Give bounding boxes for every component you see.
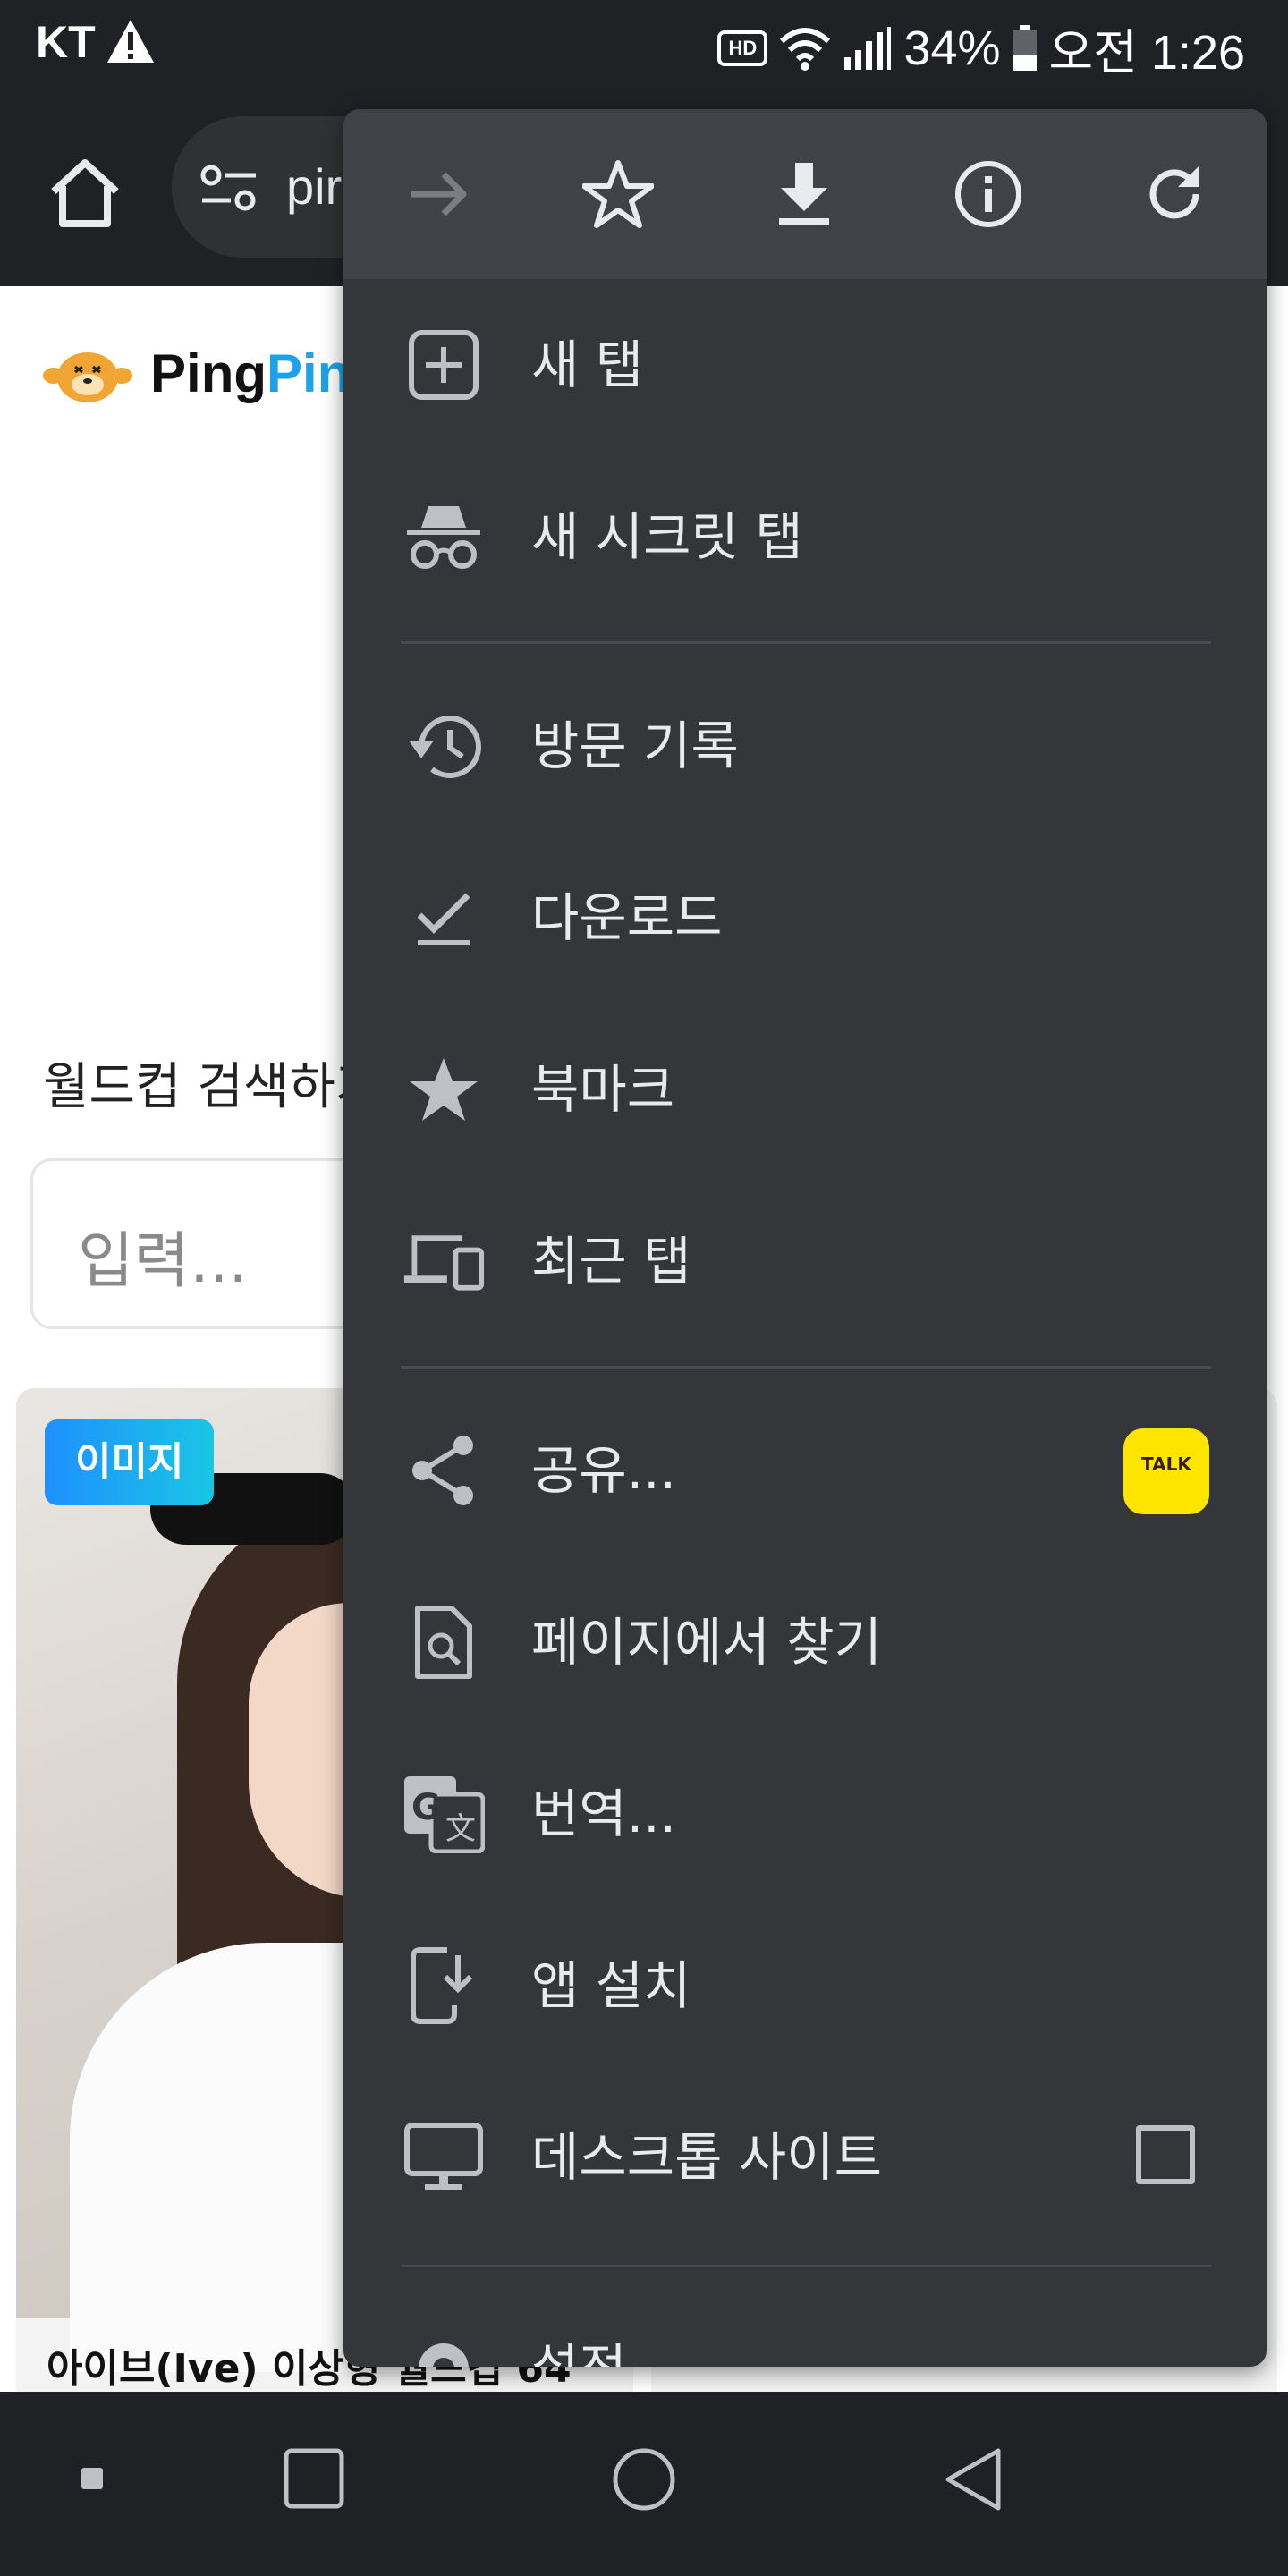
share-icon — [402, 1429, 485, 1512]
chrome-overflow-menu: 새 탭 새 시크릿 탭 방문 기록 다운로드 북마크 최근 탭 공유... TA… — [343, 109, 1267, 2367]
desktop-icon — [402, 2116, 485, 2199]
menu-item-label: 방문 기록 — [531, 716, 739, 776]
kakaotalk-share-icon[interactable]: TALK — [1123, 1428, 1209, 1514]
find-in-page-icon — [402, 1601, 485, 1683]
new-tab-icon — [402, 324, 485, 406]
battery-icon — [1013, 24, 1037, 71]
menu-item-label: 페이지에서 찾기 — [531, 1612, 882, 1673]
svg-text:文: 文 — [445, 1811, 476, 1847]
settings-icon — [402, 2327, 485, 2367]
menu-item-translate[interactable]: G文 번역... — [343, 1728, 1267, 1900]
menu-item-share[interactable]: 공유... TALK — [343, 1385, 1267, 1556]
menu-item-label: 최근 탭 — [531, 1231, 691, 1292]
url-text: pir — [286, 158, 343, 215]
site-logo[interactable]: PingPing — [41, 340, 383, 406]
menu-item-downloads[interactable]: 다운로드 — [343, 832, 1267, 1004]
menu-divider — [401, 2265, 1211, 2267]
desktop-site-checkbox[interactable] — [1136, 2125, 1195, 2184]
svg-text:G: G — [411, 1787, 441, 1828]
bookmarks-star-icon — [402, 1048, 485, 1131]
carrier-label: KT — [36, 17, 96, 67]
menu-item-label: 새 시크릿 탭 — [531, 506, 803, 567]
home-icon[interactable] — [45, 152, 125, 233]
download-icon[interactable] — [764, 154, 844, 234]
wifi-icon — [780, 27, 831, 71]
menu-item-desktop-site[interactable]: 데스크톱 사이트 — [343, 2072, 1267, 2243]
mascot-logo-icon — [43, 352, 132, 402]
back-nav-icon[interactable] — [943, 2447, 1005, 2512]
menu-item-label: 데스크톱 사이트 — [531, 2127, 882, 2188]
install-app-icon — [402, 1945, 485, 2027]
translate-icon: G文 — [402, 1773, 485, 1855]
menu-item-label: 북마크 — [531, 1059, 675, 1120]
system-nav-bar — [0, 2392, 1288, 2576]
search-heading: 월드컵 검색하기 — [43, 1058, 382, 1116]
menu-action-row — [343, 109, 1267, 279]
menu-divider — [401, 1366, 1211, 1368]
info-icon[interactable] — [948, 154, 1029, 234]
incognito-icon — [402, 496, 485, 578]
menu-item-new-tab[interactable]: 새 탭 — [343, 279, 1267, 451]
nav-dot-icon[interactable] — [80, 2467, 104, 2490]
forward-arrow-icon[interactable] — [399, 154, 479, 234]
image-type-badge: 이미지 — [45, 1419, 215, 1505]
menu-item-bookmarks[interactable]: 북마크 — [343, 1004, 1267, 1175]
status-right-cluster: HD 34% 오전 1:26 — [717, 13, 1245, 83]
menu-divider — [401, 641, 1211, 644]
clock: 오전 1:26 — [1048, 26, 1245, 80]
menu-item-label: 번역... — [531, 1784, 677, 1844]
signal-icon — [844, 26, 892, 70]
menu-item-find-in-page[interactable]: 페이지에서 찾기 — [343, 1556, 1267, 1728]
menu-item-history[interactable]: 방문 기록 — [343, 660, 1267, 832]
battery-percent: 34% — [903, 21, 1001, 75]
menu-item-label: 앱 설치 — [531, 1955, 691, 2016]
menu-item-label: 설정 — [531, 2283, 627, 2367]
status-bar: KT HD 34% 오전 1:26 — [0, 0, 1288, 89]
hd-voice-icon: HD — [717, 30, 768, 66]
site-settings-icon[interactable] — [199, 163, 261, 213]
menu-item-recent-tabs[interactable]: 최근 탭 — [343, 1175, 1267, 1347]
downloads-icon — [402, 877, 485, 959]
recent-tabs-icon — [402, 1220, 485, 1302]
recent-apps-icon[interactable] — [283, 2447, 345, 2510]
bookmark-star-icon[interactable] — [578, 154, 658, 234]
home-nav-icon[interactable] — [612, 2447, 676, 2512]
menu-item-label: 다운로드 — [531, 887, 723, 948]
menu-item-install-app[interactable]: 앱 설치 — [343, 1900, 1267, 2072]
search-placeholder: 입력... — [78, 1226, 248, 1297]
warning-icon — [107, 20, 154, 63]
menu-item-label: 공유... — [531, 1440, 677, 1501]
history-icon — [402, 705, 485, 787]
menu-item-label: 새 탭 — [531, 335, 644, 395]
menu-item-settings[interactable]: 설정 — [343, 2283, 1267, 2367]
menu-item-incognito[interactable]: 새 시크릿 탭 — [343, 451, 1267, 623]
refresh-icon[interactable] — [1134, 154, 1215, 234]
